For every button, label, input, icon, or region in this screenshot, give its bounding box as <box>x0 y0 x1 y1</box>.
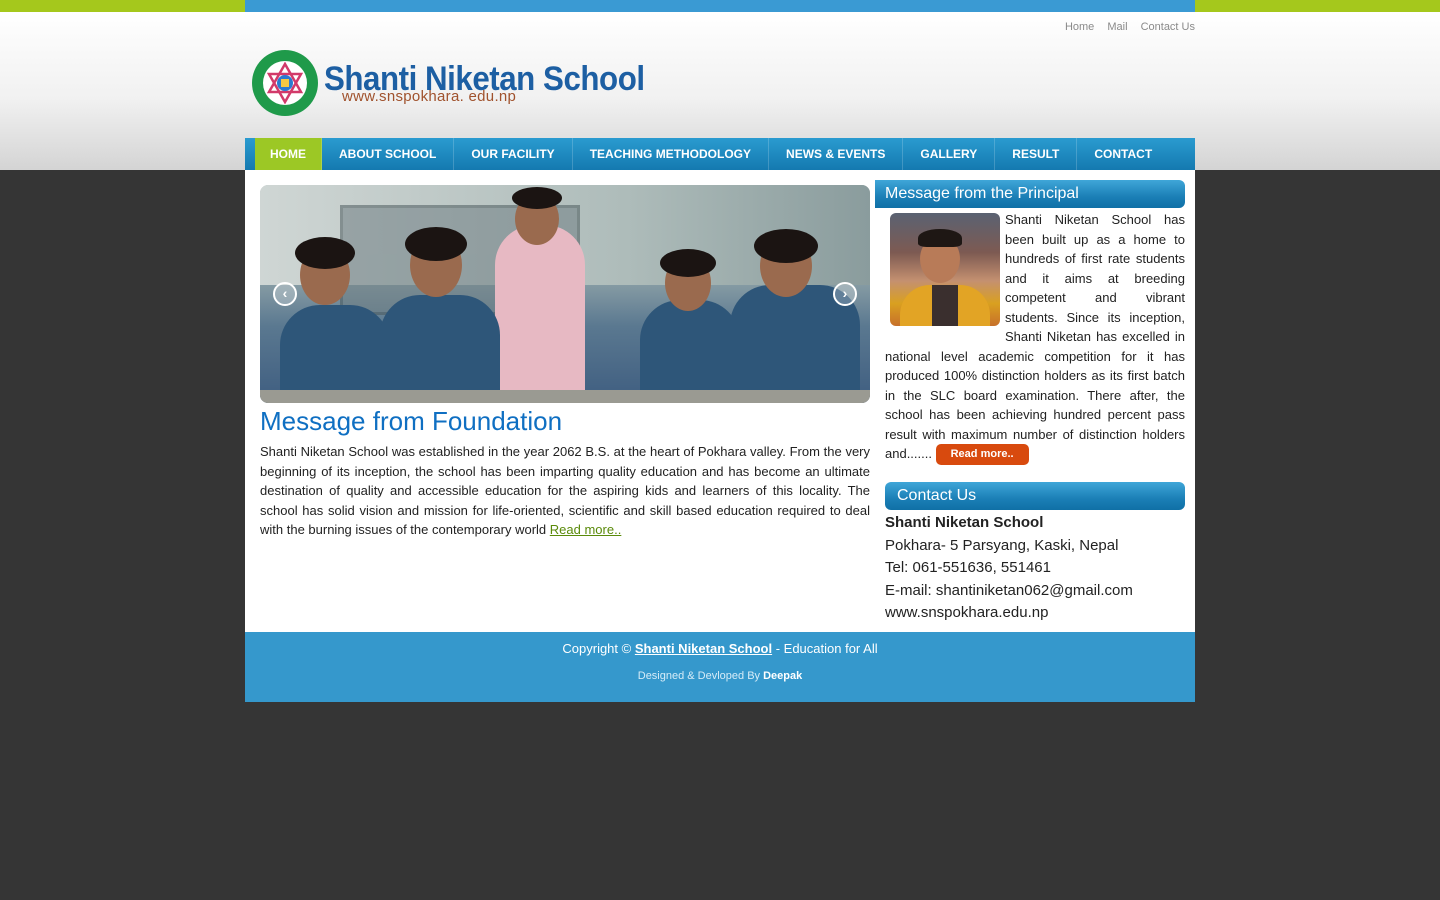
nav-news-events[interactable]: NEWS & EVENTS <box>769 138 904 170</box>
contact-title: Contact Us <box>885 482 1185 510</box>
copyright-suffix: - Education for All <box>775 641 878 656</box>
principal-title: Message from the Principal <box>875 180 1185 208</box>
foundation-read-more-link[interactable]: Read more.. <box>550 522 622 537</box>
contact-email: E-mail: shantiniketan062@gmail.com <box>885 581 1133 599</box>
nav-home[interactable]: HOME <box>255 138 322 170</box>
logo-url: www.snspokhara. edu.np <box>342 88 517 105</box>
main-content: ‹ › Message from Foundation Shanti Niket… <box>245 170 1195 632</box>
contact-web: www.snspokhara.edu.np <box>885 604 1049 621</box>
nav-result[interactable]: RESULT <box>995 138 1078 170</box>
contact-tel: Tel: 061-551636, 551461 <box>885 559 1051 576</box>
slider-prev-button[interactable]: ‹ <box>273 282 297 306</box>
nav-contact[interactable]: CONTACT <box>1077 138 1169 170</box>
image-slider: ‹ › <box>260 185 870 403</box>
footer: Copyright © Shanti Niketan School - Educ… <box>245 632 1195 702</box>
footer-designed-by: Designed & Devloped By Deepak <box>245 670 1195 682</box>
principal-photo <box>890 213 1000 326</box>
copyright-prefix: Copyright © <box>562 641 632 656</box>
top-link-contact-us[interactable]: Contact Us <box>1141 21 1195 33</box>
top-link-home[interactable]: Home <box>1065 21 1094 33</box>
nav-teaching-methodology[interactable]: TEACHING METHODOLOGY <box>573 138 770 170</box>
site-logo[interactable]: Shanti Niketan School www.snspokhara. ed… <box>250 46 645 122</box>
contact-school-name: Shanti Niketan School <box>885 514 1044 531</box>
designer-name: Deepak <box>763 670 803 682</box>
nav-about-school[interactable]: ABOUT SCHOOL <box>322 138 455 170</box>
top-links: Home Mail Contact Us <box>1055 21 1195 33</box>
school-seal-icon <box>252 50 318 116</box>
nav-our-facility[interactable]: OUR FACILITY <box>454 138 573 170</box>
top-link-mail[interactable]: Mail <box>1107 21 1127 33</box>
designed-prefix: Designed & Devloped By <box>637 670 761 682</box>
foundation-text: Shanti Niketan School was established in… <box>260 442 870 540</box>
principal-read-more-button[interactable]: Read more.. <box>935 444 1029 466</box>
foundation-title: Message from Foundation <box>260 406 563 436</box>
top-stripe <box>0 0 1440 12</box>
footer-copyright: Copyright © Shanti Niketan School - Educ… <box>245 641 1195 656</box>
nav-gallery[interactable]: GALLERY <box>903 138 996 170</box>
contact-info: Shanti Niketan School Pokhara- 5 Parsyan… <box>885 512 1185 625</box>
principal-message: Shanti Niketan School has been built up … <box>885 210 1185 466</box>
main-nav: HOME ABOUT SCHOOL OUR FACILITY TEACHING … <box>245 138 1195 170</box>
footer-school-link[interactable]: Shanti Niketan School <box>635 641 772 656</box>
contact-address: Pokhara- 5 Parsyang, Kaski, Nepal <box>885 536 1119 554</box>
slider-next-button[interactable]: › <box>833 282 857 306</box>
